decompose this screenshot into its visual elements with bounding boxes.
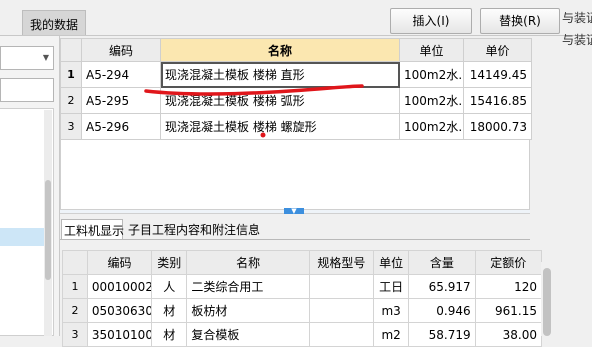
corner-cell <box>60 38 82 62</box>
cell-code[interactable]: A5-296 <box>81 113 161 140</box>
table-row[interactable]: 3 A5-296 现浇混凝土模板 楼梯 螺旋形 100m2水… 18000.73 <box>60 113 532 140</box>
cell-category[interactable]: 材 <box>151 298 188 323</box>
cell-qty[interactable]: 58.719 <box>408 322 476 347</box>
cell-name[interactable]: 二类综合用工 <box>186 274 310 299</box>
cell-name[interactable]: 现浇混凝土模板 楼梯 弧形 <box>160 87 400 114</box>
cell-qty[interactable]: 65.917 <box>408 274 476 299</box>
cell-price[interactable]: 120 <box>474 274 543 299</box>
left-dropdown[interactable]: ▼ <box>0 46 54 70</box>
quota-grid-header: 编码 名称 单位 单价 <box>60 38 532 62</box>
row-number: 2 <box>60 87 82 114</box>
resource-scrollbar-thumb[interactable] <box>543 268 551 336</box>
cell-unit[interactable]: m3 <box>373 298 410 323</box>
col-header-category[interactable]: 类别 <box>151 250 188 275</box>
cell-code[interactable]: 00010002 <box>86 274 153 299</box>
left-selected-item[interactable] <box>0 228 44 246</box>
row-number: 1 <box>62 274 88 299</box>
cell-price[interactable]: 38.00 <box>474 322 543 347</box>
cell-unit[interactable]: 工日 <box>373 274 410 299</box>
col-header-code[interactable]: 编码 <box>86 250 153 275</box>
edge-label-1: 与装证 <box>562 11 592 25</box>
cell-price[interactable]: 14149.45 <box>463 61 532 88</box>
corner-cell <box>62 250 88 275</box>
tab-sub-item-info[interactable]: 子目工程内容和附注信息 <box>126 219 262 239</box>
row-number: 2 <box>62 298 88 323</box>
col-header-qty[interactable]: 含量 <box>408 250 476 275</box>
table-row[interactable]: 2 05030630 材 板枋材 m3 0.946 961.15 <box>62 298 543 323</box>
col-header-name[interactable]: 名称 <box>160 38 400 62</box>
col-header-price[interactable]: 单价 <box>463 38 532 62</box>
replace-button[interactable]: 替换(R) <box>480 8 560 34</box>
col-header-price[interactable]: 定额价 <box>474 250 543 275</box>
table-row[interactable]: 1 00010002 人 二类综合用工 工日 65.917 120 <box>62 274 543 299</box>
left-scrollbar-thumb[interactable] <box>45 180 51 280</box>
cell-qty[interactable]: 0.946 <box>408 298 476 323</box>
cell-spec[interactable] <box>308 322 375 347</box>
cell-spec[interactable] <box>308 298 375 323</box>
cell-code[interactable]: 05030630 <box>86 298 153 323</box>
edge-label-2: 与装证 <box>562 33 592 47</box>
cell-unit[interactable]: 100m2水… <box>399 61 464 88</box>
cell-spec[interactable] <box>308 274 375 299</box>
table-row[interactable]: 2 A5-295 现浇混凝土模板 楼梯 弧形 100m2水… 15416.85 <box>60 87 532 114</box>
tab-underline <box>60 239 530 240</box>
tab-labor-materials[interactable]: 工料机显示 <box>61 219 124 239</box>
resource-grid-header: 编码 类别 名称 规格型号 单位 含量 定额价 <box>62 250 543 275</box>
cell-unit[interactable]: m2 <box>373 322 410 347</box>
table-row[interactable]: 1 A5-294 现浇混凝土模板 楼梯 直形 100m2水… 14149.45 <box>60 61 532 88</box>
cell-name[interactable]: 复合模板 <box>186 322 310 347</box>
row-number: 3 <box>62 322 88 347</box>
cell-unit[interactable]: 100m2水… <box>399 87 464 114</box>
row-number: 1 <box>60 61 82 88</box>
col-header-unit[interactable]: 单位 <box>373 250 410 275</box>
left-search-input[interactable] <box>0 78 54 102</box>
collapse-arrow-icon[interactable]: ▼ <box>284 208 304 215</box>
cell-name[interactable]: 现浇混凝土模板 楼梯 直形 <box>160 61 400 88</box>
col-header-spec[interactable]: 规格型号 <box>308 250 375 275</box>
resource-grid: 编码 类别 名称 规格型号 单位 含量 定额价 1 00010002 人 二类综… <box>62 250 543 347</box>
col-header-unit[interactable]: 单位 <box>399 38 464 62</box>
tab-divider <box>0 35 592 36</box>
insert-button[interactable]: 插入(I) <box>390 8 472 34</box>
cell-name[interactable]: 板枋材 <box>186 298 310 323</box>
cell-name[interactable]: 现浇混凝土模板 楼梯 螺旋形 <box>160 113 400 140</box>
cell-category[interactable]: 人 <box>151 274 188 299</box>
cell-category[interactable]: 材 <box>151 322 188 347</box>
col-header-name[interactable]: 名称 <box>186 250 310 275</box>
tab-my-data[interactable]: 我的数据 <box>22 10 86 36</box>
cell-code[interactable]: A5-295 <box>81 87 161 114</box>
cell-price[interactable]: 18000.73 <box>463 113 532 140</box>
cell-price[interactable]: 961.15 <box>474 298 543 323</box>
cell-price[interactable]: 15416.85 <box>463 87 532 114</box>
chevron-down-icon: ▼ <box>42 53 49 62</box>
cell-unit[interactable]: 100m2水… <box>399 113 464 140</box>
row-number: 3 <box>60 113 82 140</box>
quota-grid: 编码 名称 单位 单价 1 A5-294 现浇混凝土模板 楼梯 直形 100m2… <box>60 38 532 140</box>
table-row[interactable]: 3 35010100 材 复合模板 m2 58.719 38.00 <box>62 322 543 347</box>
cell-code[interactable]: 35010100 <box>86 322 153 347</box>
col-header-code[interactable]: 编码 <box>81 38 161 62</box>
cell-code[interactable]: A5-294 <box>81 61 161 88</box>
